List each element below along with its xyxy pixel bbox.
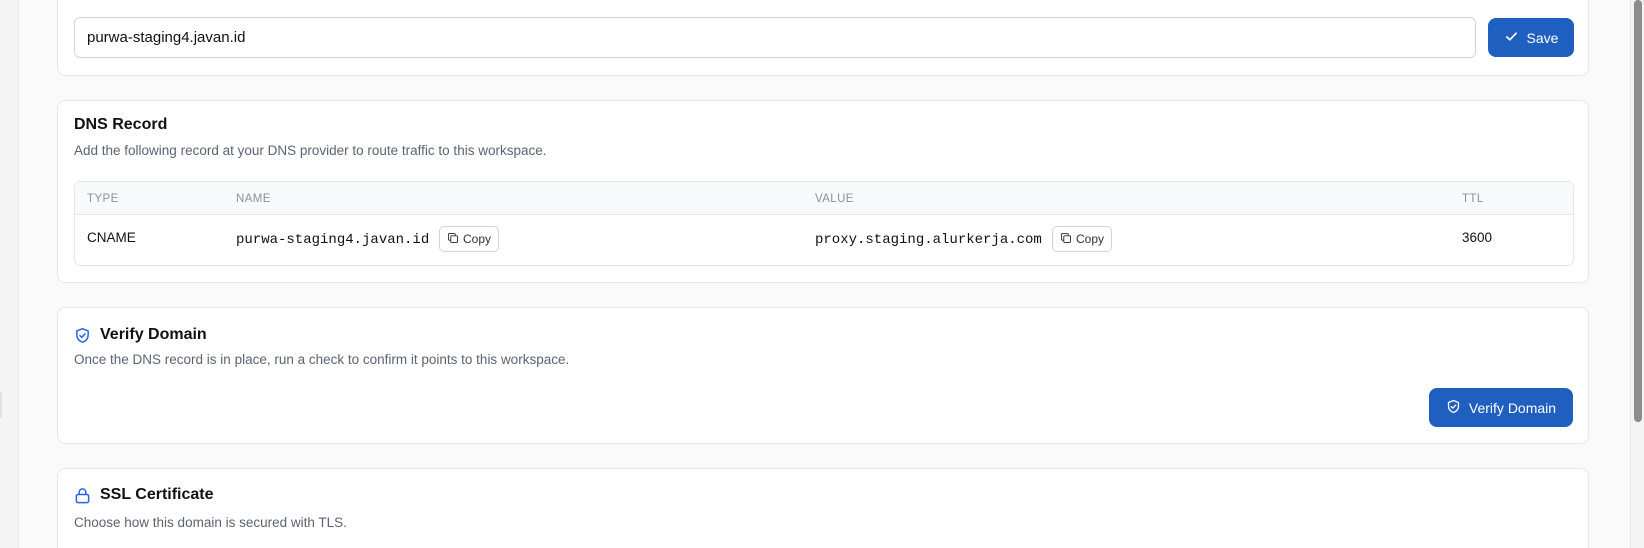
column-header-type: TYPE [87, 193, 119, 205]
dns-table-header: TYPE NAME VALUE TTL [75, 182, 1573, 215]
copy-icon [1060, 232, 1072, 247]
verify-domain-card: Verify Domain Once the DNS record is in … [57, 307, 1589, 444]
copy-label: Copy [1076, 232, 1105, 246]
record-name: purwa-staging4.javan.id [236, 232, 430, 248]
save-button[interactable]: Save [1488, 18, 1574, 57]
record-type: CNAME [87, 230, 136, 245]
verify-domain-button[interactable]: Verify Domain [1429, 388, 1573, 427]
shield-check-icon [74, 327, 91, 344]
sidebar-collapse-handle[interactable] [0, 392, 2, 418]
record-value: proxy.staging.alurkerja.com [815, 232, 1042, 248]
check-icon [1504, 29, 1519, 47]
ssl-certificate-heading: SSL Certificate [74, 486, 214, 504]
ssl-certificate-card: SSL Certificate Choose how this domain i… [57, 468, 1589, 548]
ssl-certificate-title: SSL Certificate [100, 486, 214, 503]
record-ttl: 3600 [1462, 230, 1493, 245]
verify-domain-heading: Verify Domain [74, 326, 207, 344]
page-scrollbar[interactable] [1630, 0, 1644, 548]
column-header-name: NAME [236, 193, 271, 205]
copy-icon [447, 232, 459, 247]
column-header-value: VALUE [815, 193, 854, 205]
shield-check-icon [1446, 399, 1461, 417]
dns-record-card: DNS Record Add the following record at y… [57, 100, 1589, 283]
verify-domain-button-label: Verify Domain [1468, 399, 1557, 416]
left-sidebar-edge [0, 0, 19, 548]
scrollbar-thumb[interactable] [1634, 0, 1642, 422]
domain-card: Save [57, 0, 1589, 76]
save-button-label: Save [1526, 29, 1559, 46]
column-header-ttl: TTL [1462, 193, 1484, 205]
verify-domain-title: Verify Domain [100, 326, 207, 343]
dns-record-title: DNS Record [74, 116, 168, 133]
dns-record-table: TYPE NAME VALUE TTL CNAME purwa-staging4… [74, 181, 1574, 266]
dns-record-description: Add the following record at your DNS pro… [74, 143, 547, 158]
copy-name-button[interactable]: Copy [439, 226, 500, 252]
ssl-certificate-description: Choose how this domain is secured with T… [74, 515, 347, 530]
domain-input[interactable] [74, 17, 1476, 58]
copy-value-button[interactable]: Copy [1052, 226, 1113, 252]
lock-icon [74, 487, 91, 504]
copy-label: Copy [463, 232, 492, 246]
verify-domain-description: Once the DNS record is in place, run a c… [74, 352, 570, 367]
